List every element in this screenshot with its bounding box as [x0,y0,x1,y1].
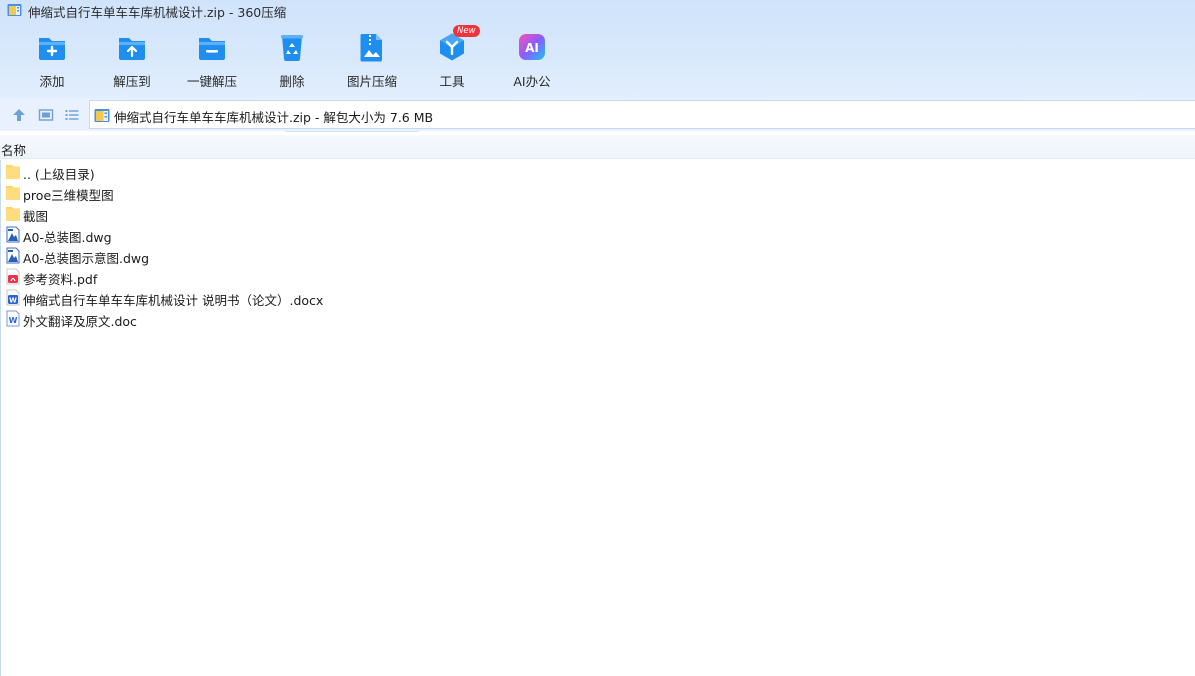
file-name: proe三维模型图 [23,188,114,203]
address-path: 伸缩式自行车单车车库机械设计.zip - 解包大小为 7.6 MB [114,110,434,125]
image-compress-icon [360,34,382,62]
folder-icon [6,186,20,200]
list-item[interactable]: 截图 [3,203,503,224]
column-name-header[interactable]: 名称 [1,140,26,159]
folder-icon [6,165,20,179]
recycle-bin-icon [281,35,303,61]
title-bar[interactable]: 伸缩式自行车单车车库机械设计.zip - 360压缩 [0,0,1195,20]
file-list: .. (上级目录) proe三维模型图 截图 A0-总装图.dwg A0-总装图… [0,160,1195,676]
file-name: 伸缩式自行车单车车库机械设计 说明书（论文）.docx [23,293,324,308]
file-name: A0-总装图示意图.dwg [23,251,150,266]
list-item[interactable]: W 伸缩式自行车单车车库机械设计 说明书（论文）.docx [3,287,503,308]
address-bar[interactable]: 伸缩式自行车单车车库机械设计.zip - 解包大小为 7.6 MB [89,100,1195,129]
list-view-icon[interactable] [64,107,80,123]
extract-to-icon [119,38,145,60]
dwg-file-icon [6,247,20,264]
pdf-file-icon [6,268,20,285]
delete-label: 删除 [279,74,305,89]
add-folder-icon [39,38,65,60]
list-item[interactable]: proe三维模型图 [3,182,503,203]
extract-to-label: 解压到 [113,74,151,89]
file-name: 参考资料.pdf [23,272,98,287]
new-badge: New [453,25,480,37]
window-header: 伸缩式自行车单车车库机械设计.zip - 360压缩 添加 解压到 一键解压 删… [0,0,1195,99]
thumbnail-view-icon[interactable] [38,107,54,123]
ai-office-button[interactable]: AI AI办公 [492,32,572,92]
one-click-extract-button[interactable]: 一键解压 [172,32,252,92]
dwg-file-icon [6,226,20,243]
file-name: A0-总装图.dwg [23,230,112,245]
list-item[interactable]: W 外文翻译及原文.doc [3,308,503,329]
up-arrow-icon[interactable] [11,107,27,123]
zip-archive-icon [94,109,110,122]
extract-to-button[interactable]: 解压到 [92,32,172,92]
list-item[interactable]: A0-总装图.dwg [3,224,503,245]
svg-text:W: W [9,297,17,305]
file-name: 截图 [23,209,49,224]
list-item[interactable]: 参考资料.pdf [3,266,503,287]
window-title: 伸缩式自行车单车车库机械设计.zip - 360压缩 [28,5,287,20]
file-name: .. (上级目录) [23,167,95,182]
one-click-extract-label: 一键解压 [186,74,237,89]
word-file-icon: W [6,289,20,306]
address-row: 伸缩式自行车单车车库机械设计.zip - 解包大小为 7.6 MB [0,99,1195,131]
ai-icon-text: AI [525,41,539,55]
toolbar: 添加 解压到 一键解压 删除 图片压缩 New 工具 AI AI办公 [0,20,1195,99]
ai-office-icon: AI [519,34,545,60]
file-name: 外文翻译及原文.doc [23,314,137,329]
ai-office-label: AI办公 [513,74,551,89]
tools-button[interactable]: New 工具 [412,25,492,92]
column-header: 名称 [0,135,1195,159]
svg-text:W: W [9,316,18,325]
add-button[interactable]: 添加 [12,32,92,92]
doc-file-icon: W [6,310,20,327]
one-click-extract-icon [199,38,225,60]
list-item[interactable]: .. (上级目录) [3,161,503,182]
image-compress-button[interactable]: 图片压缩 [332,32,412,92]
tools-label: 工具 [439,74,465,89]
list-item[interactable]: A0-总装图示意图.dwg [3,245,503,266]
zip-archive-icon [7,4,22,16]
image-compress-label: 图片压缩 [346,74,397,89]
delete-button[interactable]: 删除 [252,32,332,92]
folder-icon [6,207,20,221]
add-label: 添加 [39,74,65,89]
